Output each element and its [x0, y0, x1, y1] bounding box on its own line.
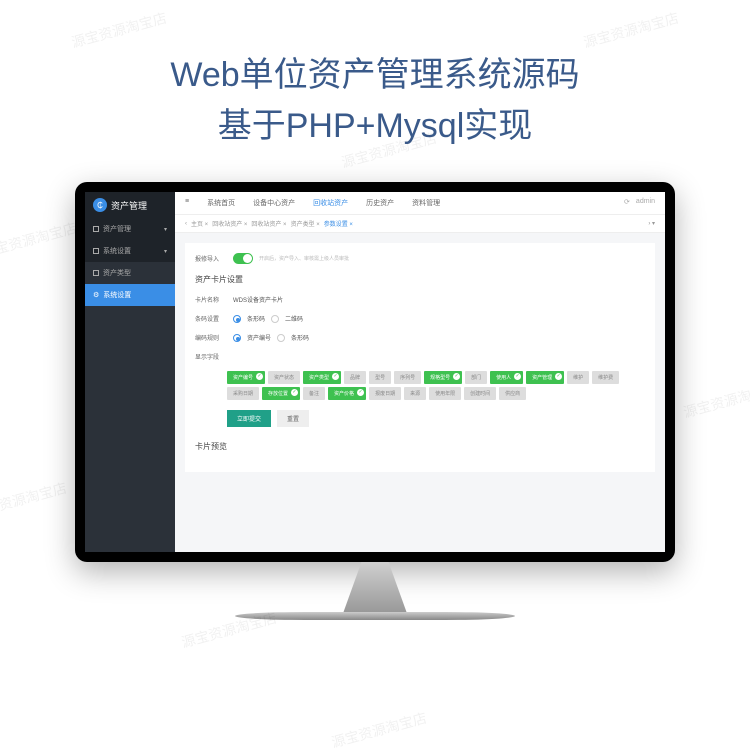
crumb[interactable]: 回收站资产 × [212, 219, 247, 228]
field-tag[interactable]: 创建时间 [464, 387, 496, 400]
code-label: 条码设置 [195, 314, 227, 323]
preview-title: 卡片预览 [195, 441, 645, 452]
card-name-value: WDS设备资产卡片 [233, 295, 283, 304]
logo-icon: ₵ [93, 198, 107, 212]
field-tag[interactable]: 采购日期 [227, 387, 259, 400]
card-name-label: 卡片名称 [195, 295, 227, 304]
radio-barcode-num-label: 条形码 [291, 333, 309, 342]
radio-barcode-num[interactable] [277, 334, 285, 342]
field-tag[interactable]: 型号 [369, 371, 391, 384]
submit-button[interactable]: 立即提交 [227, 410, 271, 427]
logo: ₵ 资产管理 [85, 192, 175, 218]
breadcrumb: ‹ 主页 × 回收站资产 × 回收站资产 × 资产类型 × 参数设置 × › ▾ [175, 215, 665, 233]
menu-toggle[interactable]: ≡ [185, 198, 189, 208]
gear-icon: ⚙ [93, 291, 99, 299]
logo-text: 资产管理 [111, 199, 147, 212]
field-tag[interactable]: 存放位置 [262, 387, 300, 400]
radio-qrcode[interactable] [271, 315, 279, 323]
field-tag[interactable]: 备注 [303, 387, 325, 400]
hero-line1: Web单位资产管理系统源码 [0, 50, 750, 101]
field-tag[interactable]: 资产编号 [227, 371, 265, 384]
hero-line2: 基于PHP+Mysql实现 [0, 101, 750, 152]
field-tag[interactable]: 使用人 [490, 371, 523, 384]
field-tag[interactable]: 部门 [465, 371, 487, 384]
field-tag[interactable]: 资产价格 [328, 387, 366, 400]
watermark: 源宝资源淘宝店 [681, 378, 750, 423]
tab-history[interactable]: 历史资产 [366, 198, 394, 208]
refresh-icon[interactable]: ⟳ [624, 198, 630, 208]
field-tag[interactable]: 报废日期 [369, 387, 401, 400]
field-tag[interactable]: 资产类型 [303, 371, 341, 384]
watermark: 源宝资源淘宝店 [329, 708, 429, 752]
num-label: 编码规则 [195, 333, 227, 342]
monitor-stand [330, 562, 420, 612]
approver-toggle[interactable] [233, 253, 253, 264]
crumb-forward[interactable]: › ▾ [648, 220, 655, 227]
radio-asset-num-label: 资产编号 [247, 333, 271, 342]
sidebar-item-system[interactable]: 系统设置 ▾ [85, 240, 175, 262]
field-tag[interactable]: 序列号 [394, 371, 421, 384]
crumb[interactable]: 资产类型 × [291, 219, 320, 228]
hero: Web单位资产管理系统源码 基于PHP+Mysql实现 [0, 0, 750, 182]
radio-barcode[interactable] [233, 315, 241, 323]
sidebar-item-assets[interactable]: 资产管理 ▾ [85, 218, 175, 240]
tab-device[interactable]: 设备中心资产 [253, 198, 295, 208]
radio-barcode-label: 条形码 [247, 314, 265, 323]
list-icon [93, 270, 99, 276]
approver-label: 报修导入 [195, 254, 227, 263]
sidebar-item-label: 系统设置 [103, 290, 131, 300]
field-tag[interactable]: 供应商 [499, 387, 526, 400]
fields-label: 显示字段 [195, 352, 227, 361]
radio-qrcode-label: 二维码 [285, 314, 303, 323]
crumb[interactable]: 主页 × [191, 219, 208, 228]
chevron-down-icon: ▾ [164, 226, 167, 233]
settings-panel: 报修导入 开启后，资产导入、审核需上级人员审批 资产卡片设置 卡片名称 WDS设… [185, 243, 655, 472]
approver-hint: 开启后，资产导入、审核需上级人员审批 [259, 255, 349, 262]
radio-asset-num[interactable] [233, 334, 241, 342]
field-tags: 资产编号资产状态资产类型品牌型号序列号规格型号部门使用人资产管理维护维护费采购日… [227, 371, 645, 400]
sidebar-item-label: 资产类型 [103, 268, 131, 278]
menu-icon [93, 226, 99, 232]
field-tag[interactable]: 维护 [567, 371, 589, 384]
watermark: 源宝资源淘宝店 [0, 478, 69, 523]
sidebar-item-asset-type[interactable]: 资产类型 [85, 262, 175, 284]
field-tag[interactable]: 资产管理 [526, 371, 564, 384]
watermark: 源宝资源淘宝店 [0, 218, 79, 263]
monitor-mockup: ₵ 资产管理 资产管理 ▾ 系统设置 ▾ 资产类型 [75, 182, 675, 620]
tab-home[interactable]: 系统首页 [207, 198, 235, 208]
section-title: 资产卡片设置 [195, 274, 645, 285]
crumb[interactable]: 回收站资产 × [251, 219, 286, 228]
user-label[interactable]: admin [636, 198, 655, 208]
crumb-active[interactable]: 参数设置 × [324, 219, 353, 228]
tab-docs[interactable]: 资料管理 [412, 198, 440, 208]
field-tag[interactable]: 品牌 [344, 371, 366, 384]
field-tag[interactable]: 规格型号 [424, 371, 462, 384]
topbar: ≡ 系统首页 设备中心资产 回收站资产 历史资产 资料管理 ⟳ admin [175, 192, 665, 215]
field-tag[interactable]: 使用年限 [429, 387, 461, 400]
monitor-base [235, 612, 515, 620]
sidebar-item-label: 系统设置 [103, 246, 131, 256]
menu-icon [93, 248, 99, 254]
field-tag[interactable]: 维护费 [592, 371, 619, 384]
sidebar-item-label: 资产管理 [103, 224, 131, 234]
chevron-down-icon: ▾ [164, 248, 167, 255]
tab-recycle[interactable]: 回收站资产 [313, 198, 348, 208]
reset-button[interactable]: 重置 [277, 410, 309, 427]
field-tag[interactable]: 来源 [404, 387, 426, 400]
main-area: ≡ 系统首页 设备中心资产 回收站资产 历史资产 资料管理 ⟳ admin ‹ … [175, 192, 665, 552]
crumb-back[interactable]: ‹ [185, 221, 187, 227]
sidebar: ₵ 资产管理 资产管理 ▾ 系统设置 ▾ 资产类型 [85, 192, 175, 552]
field-tag[interactable]: 资产状态 [268, 371, 300, 384]
sidebar-item-settings[interactable]: ⚙ 系统设置 [85, 284, 175, 306]
